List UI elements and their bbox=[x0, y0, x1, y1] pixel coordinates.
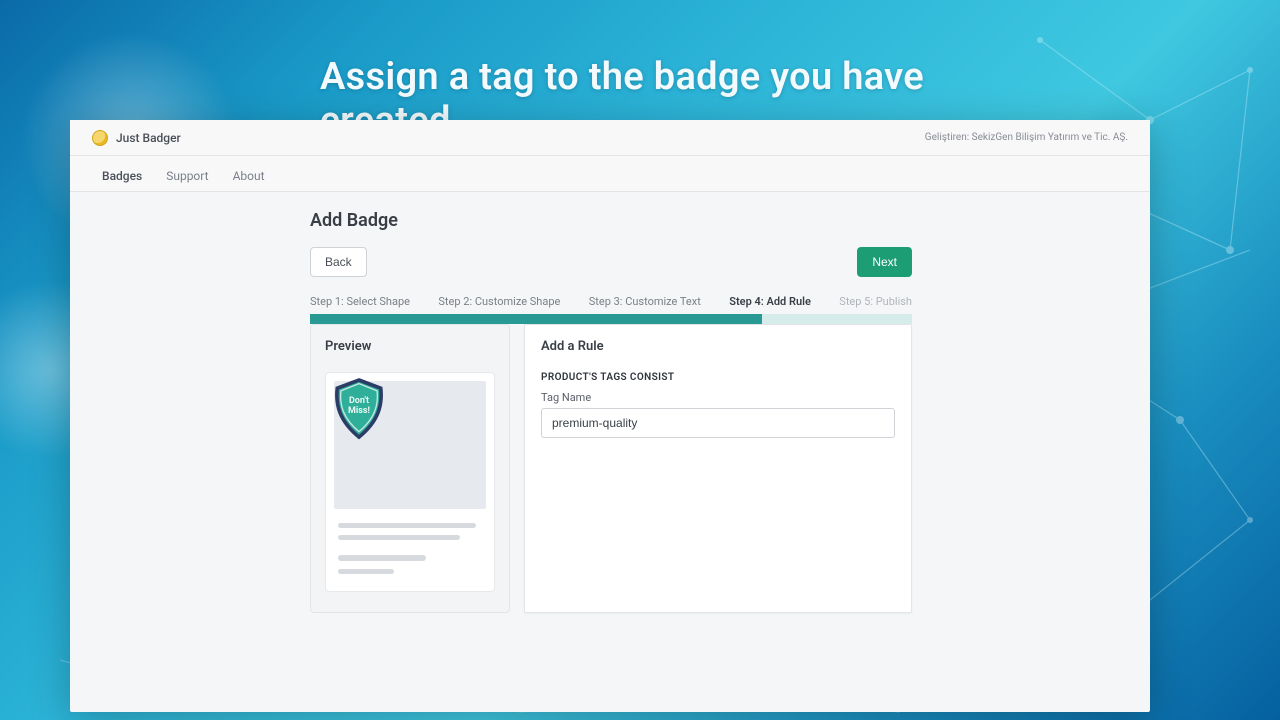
step-progress bbox=[310, 314, 912, 324]
badge-preview: Don't Miss! bbox=[330, 377, 388, 441]
step-progress-fill bbox=[310, 314, 762, 324]
brand-name: Just Badger bbox=[116, 131, 181, 145]
step-5-label: Step 5: Publish bbox=[839, 293, 912, 314]
placeholder-line bbox=[338, 535, 460, 540]
back-button[interactable]: Back bbox=[310, 247, 367, 277]
app-header: Just Badger Geliştiren: SekizGen Bilişim… bbox=[70, 120, 1150, 156]
brand-icon bbox=[92, 130, 108, 146]
tab-badges[interactable]: Badges bbox=[92, 161, 152, 191]
page-title: Add Badge bbox=[310, 210, 912, 231]
step-3-label: Step 3: Customize Text bbox=[589, 293, 701, 314]
rule-panel: Add a Rule PRODUCT'S TAGS CONSIST Tag Na… bbox=[524, 324, 912, 613]
rule-section-label: PRODUCT'S TAGS CONSIST bbox=[541, 372, 895, 383]
placeholder-line bbox=[338, 555, 426, 561]
tag-name-input[interactable] bbox=[541, 408, 895, 438]
badge-text-line2: Miss! bbox=[348, 406, 370, 416]
tab-support[interactable]: Support bbox=[156, 161, 218, 191]
step-1-label: Step 1: Select Shape bbox=[310, 293, 410, 314]
actions-row: Back Next bbox=[310, 247, 912, 277]
app-body: Add Badge Back Next Step 1: Select Shape… bbox=[70, 192, 1150, 712]
product-preview-card: Don't Miss! bbox=[325, 372, 495, 592]
badge-text: Don't Miss! bbox=[330, 374, 388, 438]
placeholder-line bbox=[338, 569, 394, 574]
developer-label: Geliştiren: SekizGen Bilişim Yatırım ve … bbox=[925, 132, 1128, 143]
nav-tabs: Badges Support About bbox=[70, 156, 1150, 192]
tab-about[interactable]: About bbox=[223, 161, 275, 191]
preview-panel: Preview Don't Miss! bbox=[310, 324, 510, 613]
app-brand: Just Badger bbox=[92, 130, 181, 146]
tag-name-label: Tag Name bbox=[541, 391, 895, 404]
step-2-label: Step 2: Customize Shape bbox=[438, 293, 560, 314]
rule-panel-title: Add a Rule bbox=[541, 339, 895, 354]
next-button[interactable]: Next bbox=[857, 247, 912, 277]
badge-text-line1: Don't bbox=[349, 396, 369, 406]
step-labels: Step 1: Select Shape Step 2: Customize S… bbox=[310, 293, 912, 314]
step-4-label: Step 4: Add Rule bbox=[729, 293, 811, 314]
preview-title: Preview bbox=[325, 339, 495, 354]
app-window: Just Badger Geliştiren: SekizGen Bilişim… bbox=[70, 120, 1150, 712]
placeholder-line bbox=[338, 523, 476, 528]
